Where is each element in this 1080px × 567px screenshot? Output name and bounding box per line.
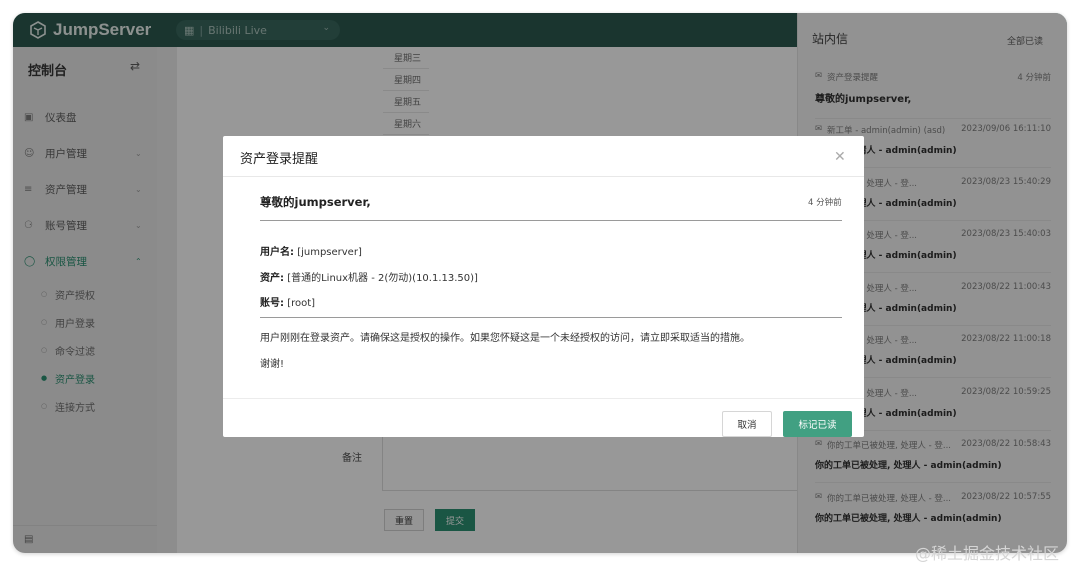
divider bbox=[260, 317, 842, 318]
account-value: [root] bbox=[287, 298, 316, 309]
dialog-greeting: 尊敬的jumpserver, bbox=[260, 195, 371, 209]
dialog-timestamp: 4 分钟前 bbox=[808, 198, 842, 208]
app-window: JumpServer ▦ | Bilibili Live ⌄ 控制台 ⇄ ▣ 仪… bbox=[13, 13, 1067, 553]
dialog-message: 用户刚刚在登录资产。请确保这是授权的操作。如果您怀疑这是一个未经授权的访问，请立… bbox=[260, 333, 750, 344]
username-row: 用户名: [jumpserver] bbox=[260, 243, 362, 258]
username-value: [jumpserver] bbox=[297, 247, 362, 258]
account-row: 账号: [root] bbox=[260, 294, 315, 309]
asset-value: [普通的Linux机器 - 2(勿动)(10.1.13.50)] bbox=[287, 273, 478, 284]
divider bbox=[260, 220, 842, 221]
asset-login-alert-dialog: 资产登录提醒 ✕ 尊敬的jumpserver, 4 分钟前 用户名: [jump… bbox=[223, 136, 864, 437]
dialog-footer-divider bbox=[223, 398, 864, 399]
mark-read-button[interactable]: 标记已读 bbox=[783, 411, 852, 437]
dialog-title: 资产登录提醒 bbox=[240, 152, 319, 167]
username-label: 用户名: bbox=[260, 247, 294, 258]
dialog-header: 资产登录提醒 ✕ bbox=[223, 136, 864, 177]
account-label: 账号: bbox=[260, 298, 284, 309]
dialog-thanks: 谢谢! bbox=[260, 359, 285, 370]
watermark: @稀土掘金技术社区 bbox=[915, 544, 1060, 563]
asset-row: 资产: [普通的Linux机器 - 2(勿动)(10.1.13.50)] bbox=[260, 269, 478, 284]
cancel-button[interactable]: 取消 bbox=[722, 411, 772, 437]
close-icon[interactable]: ✕ bbox=[834, 149, 846, 165]
asset-label: 资产: bbox=[260, 273, 284, 284]
